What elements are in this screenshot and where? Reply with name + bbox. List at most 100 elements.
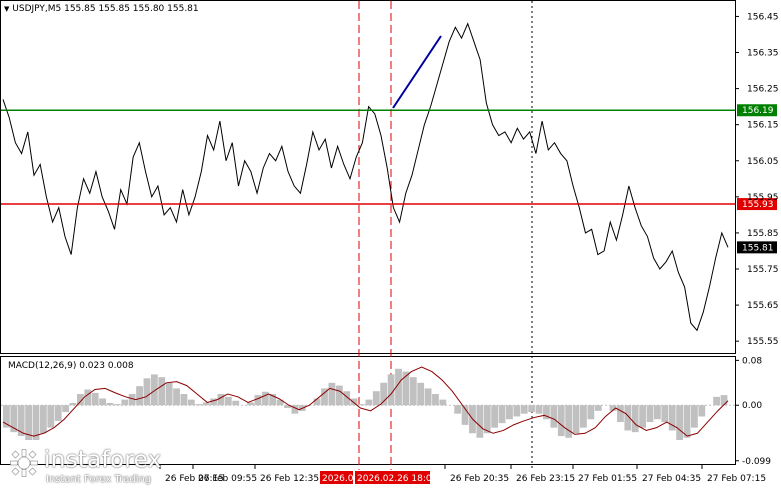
macd-histogram-bar: [62, 405, 69, 412]
macd-histogram-bar: [550, 405, 558, 428]
macd-histogram-bar: [713, 396, 721, 406]
macd-histogram-bar: [654, 405, 661, 420]
price-tick-label: 156.15: [747, 121, 779, 131]
macd-histogram-bar: [254, 395, 262, 406]
time-tick-label: 27 Feb 04:35: [642, 474, 701, 484]
instaforex-emblem-icon: [10, 449, 38, 477]
time-tick-label: 2026.02.26 18:05: [357, 474, 437, 484]
price-tick-label: 156.45: [747, 12, 779, 22]
price-pane[interactable]: [0, 0, 736, 354]
time-tick-label: 26 Feb 12:35: [260, 474, 319, 484]
macd-histogram-bar: [224, 396, 232, 406]
macd-histogram-bar: [210, 398, 217, 406]
macd-histogram-bar: [121, 399, 129, 406]
macd-histogram-bar: [150, 374, 158, 406]
price-tick-label: 155.75: [747, 265, 779, 275]
brand-tagline: Instant Forex Trading: [46, 474, 152, 485]
price-tick-label: 156.05: [747, 157, 779, 167]
macd-histogram-bar: [520, 405, 528, 414]
macd-histogram-bar: [557, 405, 565, 437]
time-tick-label: 27 Feb 07:15: [707, 474, 766, 484]
macd-tick-label: 0.08: [742, 356, 762, 366]
broker-logo: instaforex Instant Forex Trading: [6, 447, 182, 485]
macd-histogram-bar: [69, 402, 77, 406]
macd-histogram-bar: [506, 405, 513, 420]
level-price-label: 156.19: [742, 106, 774, 116]
time-tick-label: 26 Feb 23:15: [516, 474, 575, 484]
macd-histogram-bar: [587, 405, 595, 420]
macd-histogram-bar: [113, 404, 121, 406]
macd-histogram-bar: [91, 392, 99, 406]
macd-histogram-bar: [424, 388, 432, 406]
macd-histogram-bar: [439, 399, 447, 406]
macd-tick-label: 0.00: [742, 401, 762, 411]
level-price-label: 155.81: [742, 243, 774, 253]
macd-histogram-bar: [513, 405, 521, 417]
macd-histogram-bar: [691, 405, 698, 428]
macd-histogram-bar: [565, 405, 573, 438]
macd-histogram-bar: [54, 405, 62, 421]
macd-histogram-bar: [572, 405, 580, 434]
macd-histogram-bar: [432, 394, 439, 406]
macd-histogram-bar: [594, 405, 602, 411]
macd-histogram-bar: [387, 374, 395, 406]
macd-histogram-bar: [158, 377, 166, 406]
macd-histogram-bar: [173, 388, 180, 406]
macd-histogram-bar: [187, 399, 195, 406]
macd-histogram-bar: [580, 405, 587, 428]
time-tick-label: 2026.0: [322, 474, 354, 484]
price-tick-label: 156.35: [747, 49, 779, 59]
macd-histogram-bar: [676, 405, 684, 441]
macd-tick-label: -0.099: [742, 457, 771, 467]
macd-histogram-bar: [683, 405, 691, 438]
price-tick-label: 155.55: [747, 337, 779, 347]
macd-histogram-bar: [217, 394, 225, 406]
price-tick-label: 155.95: [747, 193, 779, 203]
price-tick-label: 155.65: [747, 301, 779, 311]
macd-histogram-bar: [720, 395, 728, 406]
macd-histogram-bar: [639, 405, 647, 428]
price-tick-label: 155.85: [747, 229, 779, 239]
macd-histogram-bar: [631, 405, 639, 433]
macd-histogram-bar: [313, 398, 321, 406]
macd-histogram-bar: [476, 405, 484, 438]
collapse-arrow-icon[interactable]: ▼: [4, 5, 9, 13]
time-tick-label: 26 Feb 09:55: [198, 474, 257, 484]
macd-histogram-bar: [454, 405, 462, 414]
macd-histogram-bar: [17, 405, 25, 437]
macd-histogram-bar: [372, 391, 380, 406]
macd-histogram-bar: [498, 405, 506, 424]
macd-indicator-label: MACD(12,26,9) 0.023 0.008: [8, 361, 134, 371]
macd-histogram-bar: [335, 385, 343, 406]
macd-histogram-bar: [180, 394, 188, 406]
macd-histogram-bar: [409, 377, 417, 406]
price-tick-label: 156.25: [747, 85, 779, 95]
macd-histogram-bar: [232, 400, 240, 406]
macd-histogram-bar: [535, 405, 543, 414]
macd-histogram-bar: [417, 382, 425, 406]
macd-histogram-bar: [646, 405, 654, 423]
macd-histogram-bar: [328, 382, 336, 406]
macd-histogram-bar: [39, 405, 47, 434]
macd-histogram-bar: [106, 402, 114, 406]
macd-histogram-bar: [261, 391, 269, 406]
macd-histogram-bar: [47, 405, 55, 428]
macd-histogram-bar: [617, 405, 624, 423]
macd-histogram-bar: [99, 398, 106, 406]
time-tick-label: 26 Feb 20:35: [450, 474, 509, 484]
macd-histogram-bar: [661, 405, 669, 423]
macd-histogram-bar: [165, 382, 173, 406]
macd-histogram-bar: [136, 386, 143, 406]
macd-histogram-bar: [491, 405, 499, 428]
brand-name: instaforex: [44, 447, 162, 473]
macd-histogram-bar: [358, 404, 365, 406]
macd-histogram-bar: [365, 399, 373, 406]
macd-histogram-bar: [84, 389, 92, 406]
macd-histogram-bar: [143, 378, 151, 406]
macd-histogram-bar: [483, 405, 491, 434]
time-tick-label: 27 Feb 01:55: [578, 474, 637, 484]
chart-header: ▼ USDJPY,M5 155.85 155.85 155.80 155.81: [4, 4, 199, 14]
macd-histogram-bar: [698, 405, 706, 417]
trading-chart[interactable]: 156.19155.93155.81 156.45156.35156.25156…: [0, 0, 781, 489]
macd-histogram-bar: [195, 404, 203, 406]
